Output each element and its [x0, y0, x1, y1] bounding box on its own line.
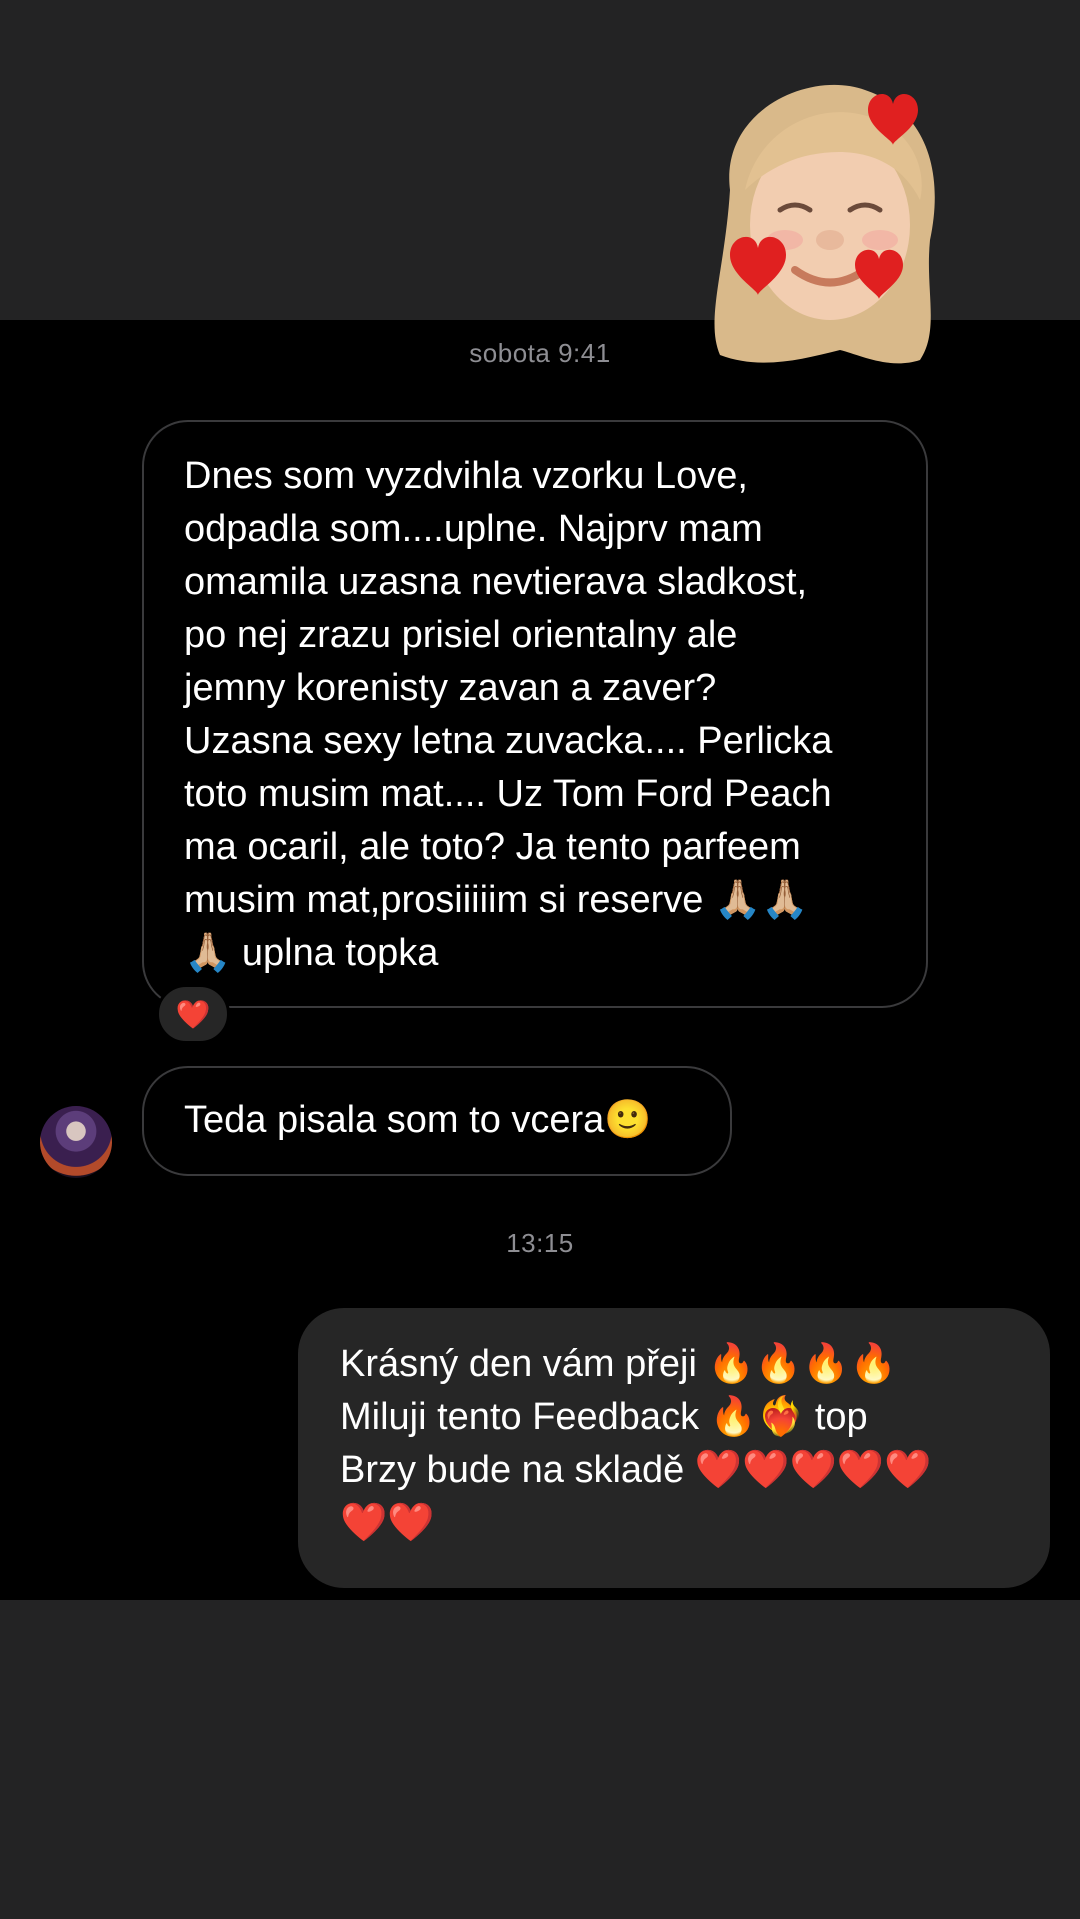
memoji-icon[interactable] [690, 70, 960, 380]
incoming-message[interactable]: Dnes som vyzdvihla vzorku Love, odpadla … [142, 420, 928, 1008]
heart-reaction[interactable]: ❤️ [156, 984, 230, 1044]
outgoing-message[interactable]: Krásný den vám přeji 🔥🔥🔥🔥 Miluji tento F… [298, 1308, 1050, 1588]
avatar[interactable] [40, 1106, 112, 1178]
heart-icon: ❤️ [175, 998, 211, 1030]
incoming-message[interactable]: Teda pisala som to vcera🙂 [142, 1066, 732, 1176]
bottom-band [0, 1600, 1080, 1919]
timestamp: 13:15 [506, 1228, 574, 1258]
timestamp: sobota 9:41 [469, 338, 611, 368]
